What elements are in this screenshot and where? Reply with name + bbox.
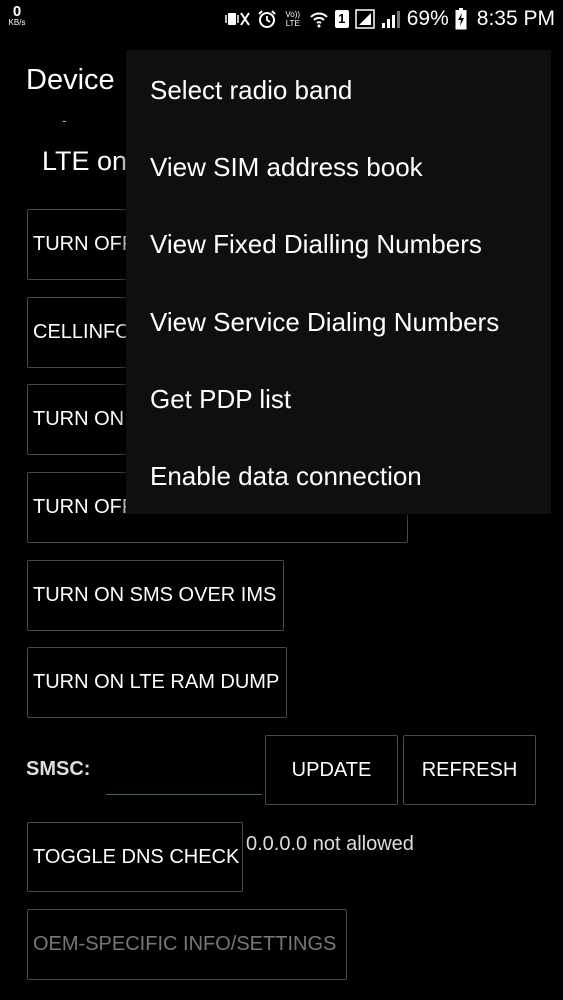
update-button[interactable]: UPDATE — [265, 735, 398, 805]
toggle-dns-check-button[interactable]: TOGGLE DNS CHECK — [27, 822, 243, 892]
network-speed-value: 0 — [12, 3, 22, 20]
status-bar: 0 KB/s Vo)) LTE 1 69% 8:35 PM — [0, 0, 563, 38]
mute-vibrate-icon — [225, 9, 251, 29]
menu-item-view-fixed-dialling-numbers[interactable]: View Fixed Dialling Numbers — [126, 206, 551, 283]
menu-item-view-service-dialing-numbers[interactable]: View Service Dialing Numbers — [126, 284, 551, 361]
menu-item-enable-data-connection[interactable]: Enable data connection — [126, 438, 551, 515]
signal-box-icon — [355, 9, 375, 29]
refresh-button[interactable]: REFRESH — [403, 735, 536, 805]
battery-percent: 69% — [406, 7, 449, 30]
clock: 8:35 PM — [476, 7, 555, 30]
sms-over-ims-button[interactable]: TURN ON SMS OVER IMS — [27, 560, 284, 631]
overflow-menu: Select radio band View SIM address book … — [126, 50, 551, 514]
signal-icon — [381, 9, 401, 29]
smsc-input[interactable] — [106, 760, 262, 795]
tick-mark: - — [62, 112, 67, 128]
page-title: Device — [26, 64, 115, 96]
lte-ram-dump-button[interactable]: TURN ON LTE RAM DUMP — [27, 647, 287, 718]
network-speed: 0 KB/s — [4, 4, 30, 27]
screen: 0 KB/s Vo)) LTE 1 69% 8:35 PM Device - L… — [0, 0, 563, 1000]
alarm-icon — [257, 9, 277, 29]
oem-settings-button[interactable]: OEM-SPECIFIC INFO/SETTINGS — [27, 909, 347, 980]
sim-badge-icon: 1 — [334, 10, 349, 28]
status-icons: Vo)) LTE 1 69% 8:35 PM — [225, 4, 555, 34]
menu-item-select-radio-band[interactable]: Select radio band — [126, 52, 551, 129]
lte-status-text: LTE on — [42, 146, 128, 176]
dns-status-text: 0.0.0.0 not allowed — [246, 833, 414, 855]
network-speed-unit: KB/s — [8, 18, 26, 27]
smsc-label: SMSC: — [26, 758, 91, 780]
wifi-icon — [309, 9, 329, 29]
menu-item-view-sim-address-book[interactable]: View SIM address book — [126, 129, 551, 206]
menu-item-get-pdp-list[interactable]: Get PDP list — [126, 361, 551, 438]
volte-icon: Vo)) LTE — [285, 10, 301, 28]
battery-charging-icon — [455, 8, 467, 30]
